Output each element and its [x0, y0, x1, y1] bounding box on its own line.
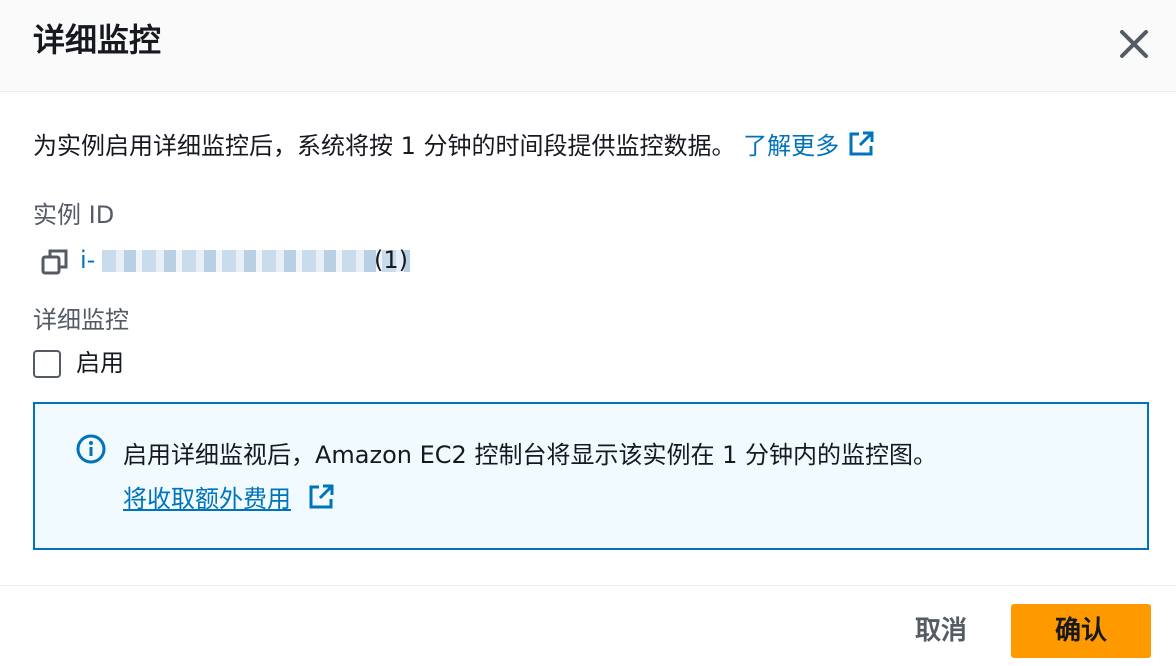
enable-checkbox-label[interactable]: 启用 — [76, 347, 124, 379]
enable-checkbox[interactable] — [33, 350, 61, 378]
info-icon — [75, 433, 107, 465]
close-button[interactable] — [1114, 24, 1154, 64]
external-link-icon — [307, 483, 335, 520]
info-message: 启用详细监视后，Amazon EC2 控制台将显示该实例在 1 分钟内的监控图。 — [123, 441, 937, 469]
learn-more-label: 了解更多 — [743, 132, 840, 160]
external-link-icon — [847, 130, 875, 168]
confirm-button[interactable]: 确认 — [1011, 604, 1151, 658]
instance-id-link[interactable]: i- — [80, 241, 95, 279]
description: 为实例启用详细监控后，系统将按 1 分钟的时间段提供监控数据。 了解更多 — [33, 128, 875, 168]
learn-more-link[interactable]: 了解更多 — [743, 131, 875, 160]
additional-charges-link-row: 将收取额外费用 — [123, 482, 335, 520]
detailed-monitoring-label: 详细监控 — [33, 306, 129, 334]
dialog-header: 详细监控 — [0, 0, 1176, 92]
copy-icon[interactable] — [40, 247, 70, 277]
info-alert: 启用详细监视后，Amazon EC2 控制台将显示该实例在 1 分钟内的监控图。… — [33, 402, 1149, 550]
cancel-button[interactable]: 取消 — [893, 604, 989, 658]
description-text: 为实例启用详细监控后，系统将按 1 分钟的时间段提供监控数据。 — [33, 132, 736, 160]
redacted-instance-id — [102, 250, 410, 272]
additional-charges-link[interactable]: 将收取额外费用 — [123, 485, 291, 513]
instance-count: (1) — [374, 246, 408, 274]
footer-divider — [0, 585, 1176, 586]
dialog-title: 详细监控 — [33, 21, 162, 59]
instance-id-label: 实例 ID — [33, 201, 115, 229]
close-icon — [1120, 30, 1148, 58]
